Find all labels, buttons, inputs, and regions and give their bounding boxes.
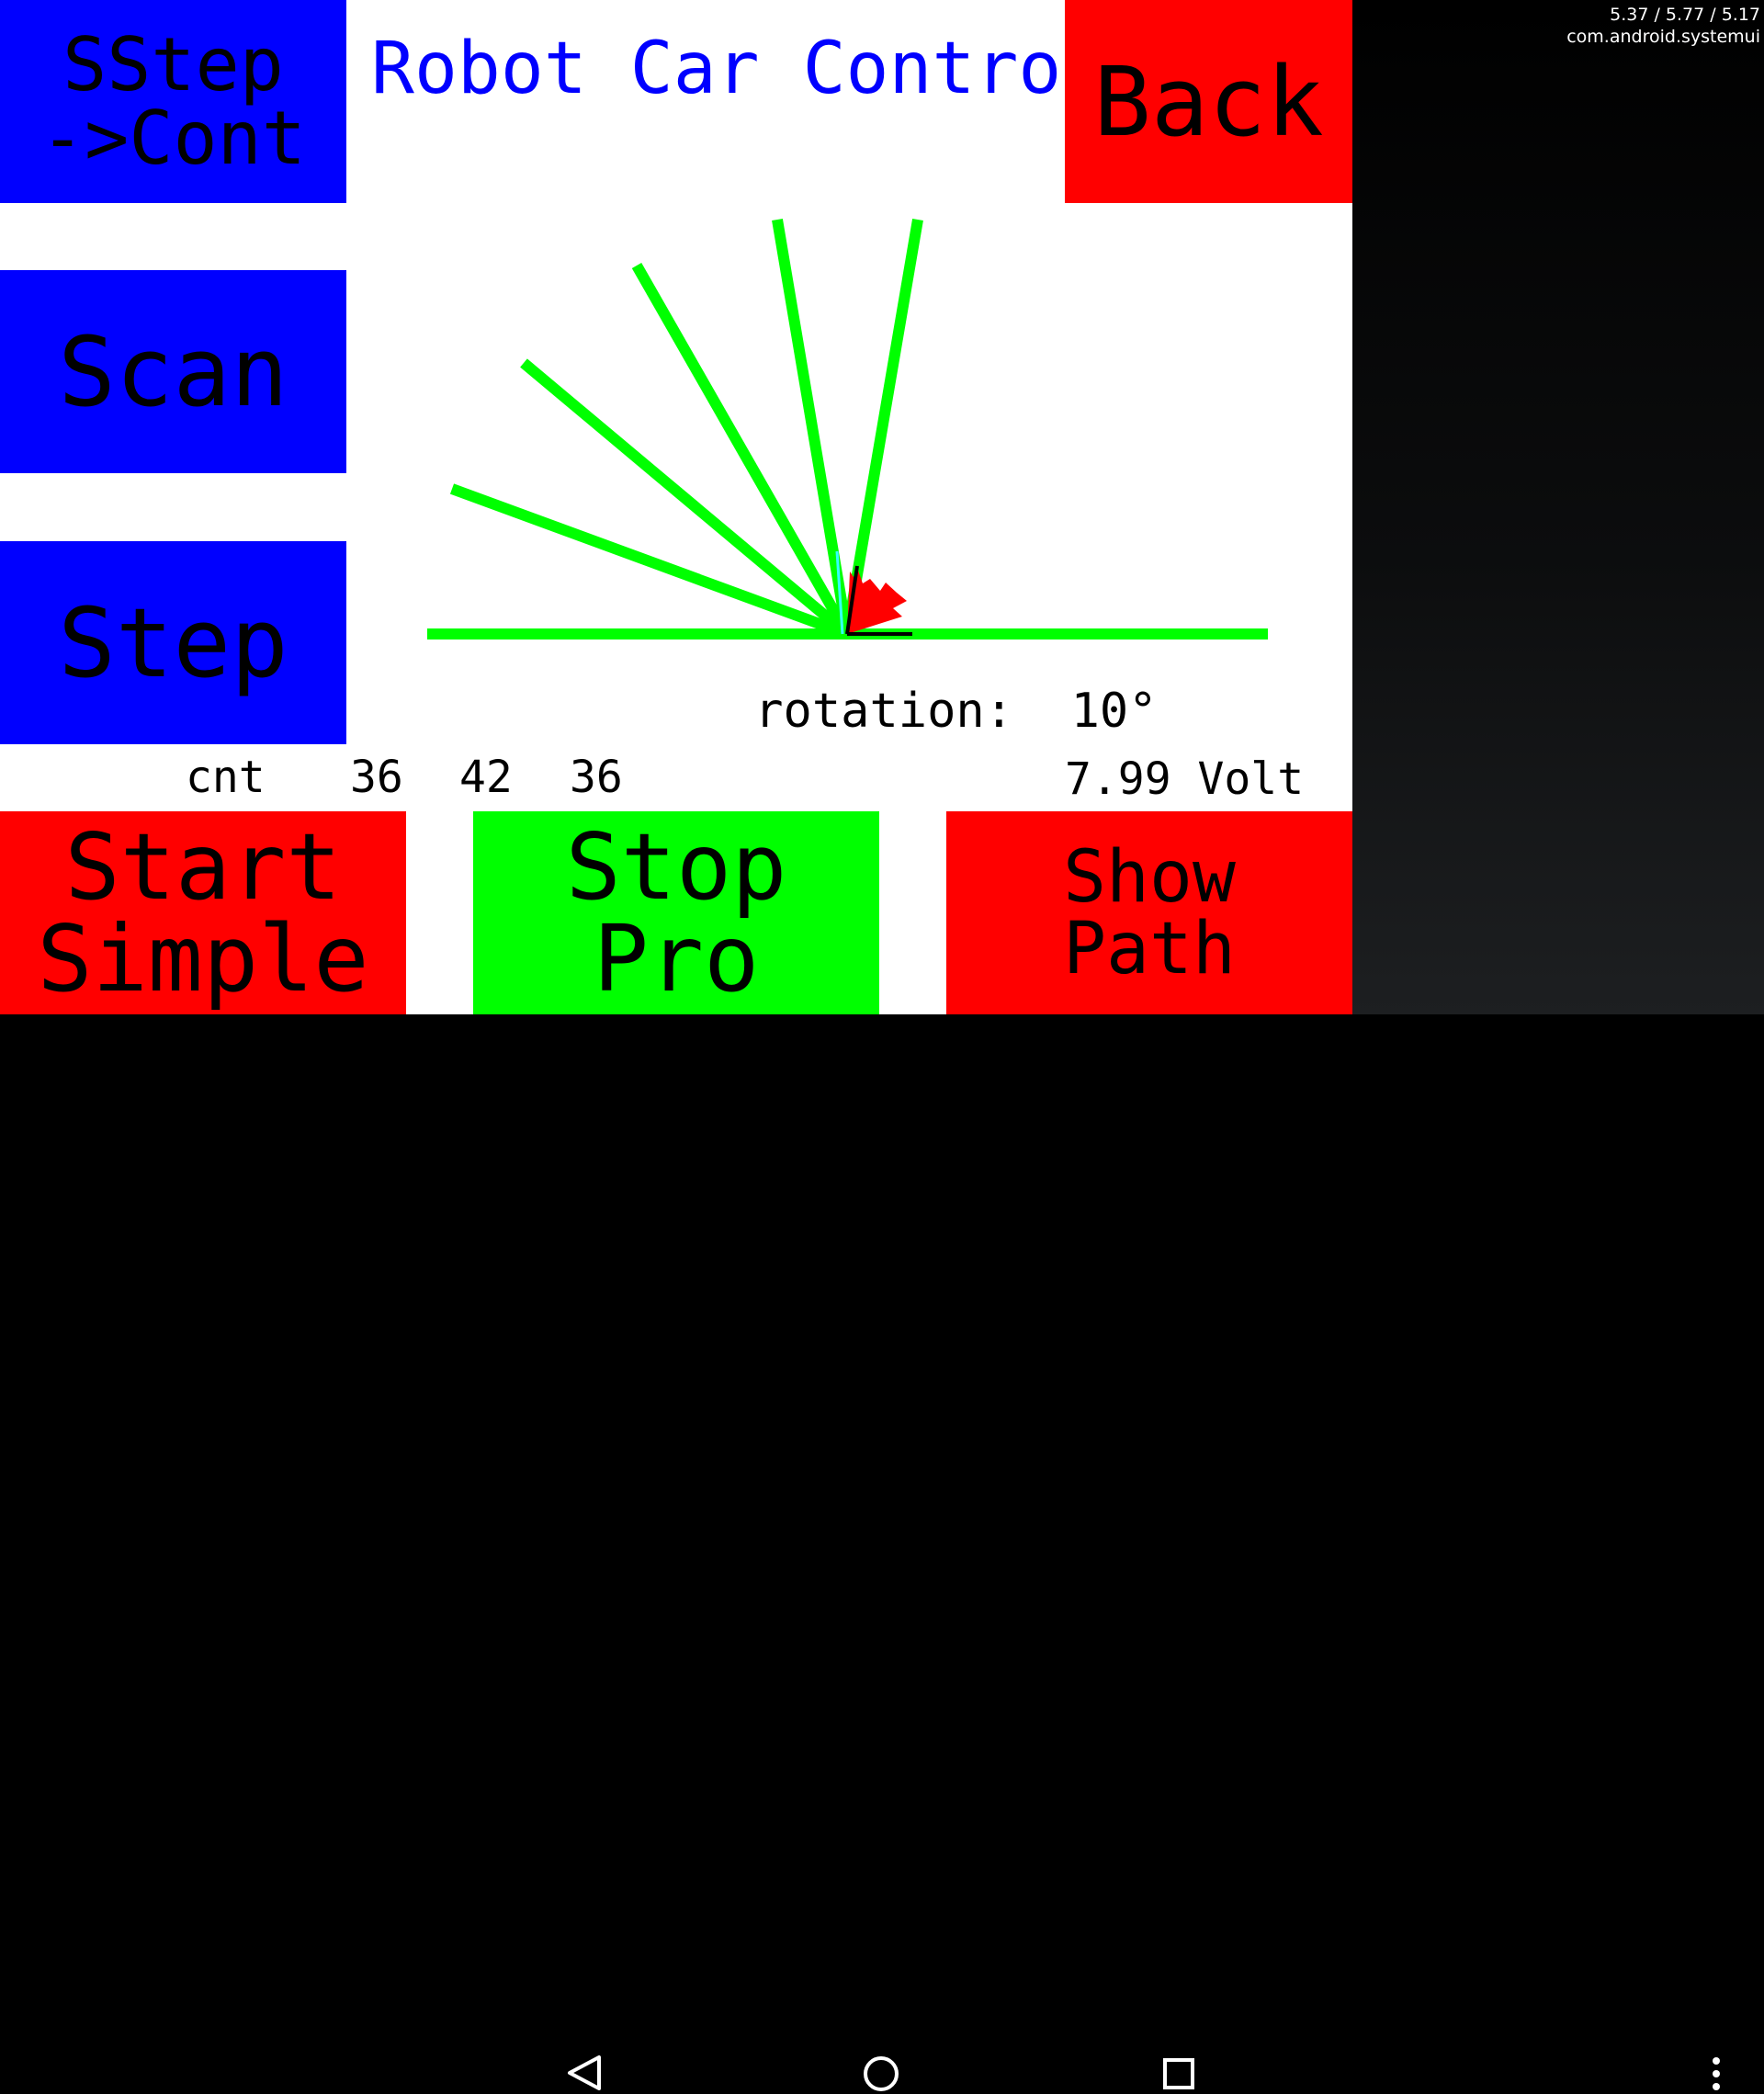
stop-label-line1: Stop (565, 812, 787, 921)
stop-pro-button[interactable]: Stop Pro (473, 811, 879, 1014)
scan-lines (427, 218, 1268, 640)
status-overlay: 5.37 / 5.77 / 5.17 com.android.systemui (1566, 4, 1760, 48)
status-process: com.android.systemui (1566, 27, 1760, 47)
robot-car-app: SStep ->Cont Robot Car Control Back Scan… (0, 0, 1352, 1014)
start-label-line1: Start (64, 812, 342, 921)
count-label: cnt (186, 752, 266, 803)
overflow-menu-icon[interactable] (1707, 2054, 1725, 2094)
recents-icon[interactable] (1161, 2056, 1198, 2093)
start-simple-button[interactable]: Start Simple (0, 811, 406, 1014)
stop-label-line2: Pro (593, 904, 760, 1013)
show-label-line2: Path (1063, 907, 1236, 990)
back-icon[interactable] (562, 2054, 606, 2092)
show-path-button[interactable]: Show Path (946, 811, 1352, 1014)
home-icon[interactable] (861, 2054, 901, 2094)
show-label-line1: Show (1063, 835, 1236, 919)
android-navigation-bar (0, 1014, 1764, 2091)
rotation-value: 10° (1070, 684, 1158, 739)
voltage-readout: 7.99 Volt (1065, 753, 1305, 805)
scan-ray-2 (520, 358, 851, 639)
start-label-line2: Simple (37, 904, 369, 1013)
count-value-3: 36 (570, 752, 623, 803)
count-value-2: 42 (459, 752, 513, 803)
count-value-1: 36 (350, 752, 403, 803)
status-cpu-load: 5.37 / 5.77 / 5.17 (1610, 5, 1760, 25)
scan-ray-1 (449, 483, 850, 640)
rotation-label: rotation: (754, 684, 1013, 739)
empty-side-area: 5.37 / 5.77 / 5.17 com.android.systemui (1352, 0, 1764, 1014)
